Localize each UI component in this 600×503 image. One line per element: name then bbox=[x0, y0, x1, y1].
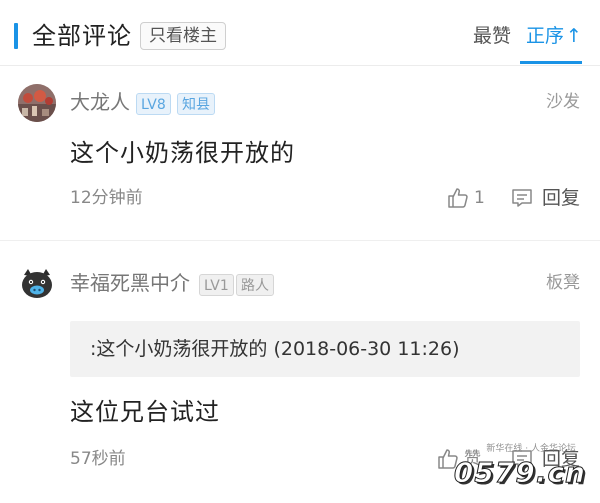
quoted-comment: :这个小奶荡很开放的 (2018-06-30 11:26) bbox=[70, 321, 580, 377]
avatar[interactable] bbox=[18, 84, 56, 122]
active-tab-underline bbox=[520, 61, 582, 64]
like-button[interactable]: 1 bbox=[446, 186, 485, 210]
comment-icon bbox=[512, 189, 532, 207]
comments-title: 全部评论 bbox=[32, 22, 132, 50]
rank-badge: 路人 bbox=[236, 274, 274, 296]
floor-label: 板凳 bbox=[546, 273, 580, 293]
reply-label: 回复 bbox=[542, 187, 581, 209]
comment-time: 57秒前 bbox=[70, 449, 126, 469]
comment-time: 12分钟前 bbox=[70, 188, 143, 208]
rank-badge: 知县 bbox=[177, 93, 215, 115]
thumbs-up-icon bbox=[448, 188, 468, 208]
comment-item: 大龙人 LV8 知县 沙发 这个小奶荡很开放的 12分钟前 1 回复 bbox=[0, 66, 600, 241]
site-watermark: 新华在线 · 人金华论坛 0579.cn bbox=[450, 441, 590, 495]
username[interactable]: 大龙人 bbox=[70, 88, 130, 116]
floor-label: 沙发 bbox=[546, 92, 580, 112]
watermark-caption: 新华在线 · 人金华论坛 bbox=[486, 444, 576, 454]
owner-only-button[interactable]: 只看楼主 bbox=[140, 22, 226, 50]
level-badge: LV8 bbox=[136, 93, 171, 115]
avatar[interactable] bbox=[18, 265, 56, 303]
comment-text: 这个小奶荡很开放的 bbox=[70, 139, 295, 167]
watermark-logo: 0579.cn bbox=[453, 456, 586, 489]
comment-text: 这位兄台试过 bbox=[70, 398, 220, 426]
comments-header: 全部评论 只看楼主 最赞 正序 ↑ bbox=[0, 0, 600, 66]
sort-most-liked-tab[interactable]: 最赞 bbox=[473, 22, 511, 50]
like-count: 1 bbox=[474, 188, 485, 208]
level-badge: LV1 bbox=[199, 274, 234, 296]
quoted-comment-text: :这个小奶荡很开放的 (2018-06-30 11:26) bbox=[90, 338, 460, 360]
arrow-up-icon: ↑ bbox=[566, 25, 582, 47]
reply-button[interactable]: 回复 bbox=[510, 186, 580, 210]
header-accent-bar bbox=[14, 23, 18, 49]
username[interactable]: 幸福死黑中介 bbox=[70, 269, 190, 297]
sort-ascending-tab[interactable]: 正序 bbox=[526, 22, 564, 50]
